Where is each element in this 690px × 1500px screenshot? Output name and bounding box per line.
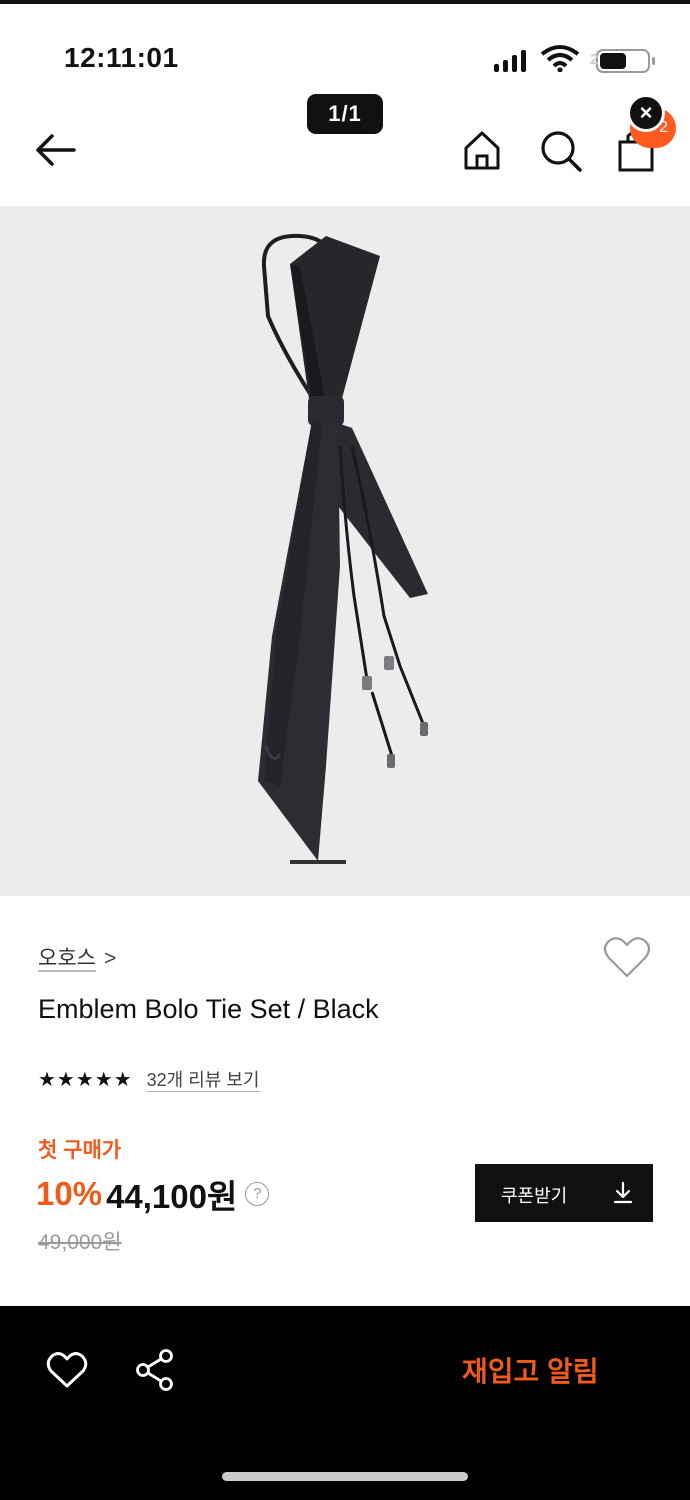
chevron-right-icon: > [103,947,117,970]
battery-icon: 2 [590,49,650,73]
product-info: 오호스 > Emblem Bolo Tie Set / Black ★★★★★ 3… [0,896,690,1306]
coupon-button-label: 쿠폰받기 [501,1186,568,1206]
help-icon[interactable]: ? [245,1182,270,1206]
review-link[interactable]: 32개 리뷰 보기 [147,1066,260,1092]
battery-tip [652,57,655,65]
heart-icon[interactable] [602,934,652,980]
cellular-signal-icon [494,48,536,72]
arrow-left-icon[interactable] [30,128,82,172]
home-indicator[interactable] [222,1472,468,1481]
home-icon[interactable] [460,128,504,172]
download-icon [613,1181,633,1204]
bottom-action-bar: 재입고 알림 [0,1306,690,1500]
price-row: 10% 44,100원 ? [36,1172,270,1216]
heart-icon[interactable] [46,1350,88,1390]
sale-price: 44,100원 [106,1178,238,1215]
product-image[interactable] [0,206,690,896]
bolo-tie-illustration [258,233,428,864]
rating-row: ★★★★★ 32개 리뷰 보기 [38,1064,259,1094]
restock-alert-button[interactable]: 재입고 알림 [462,1350,599,1390]
product-title: Emblem Bolo Tie Set / Black [38,994,379,1024]
status-bar: 12:11:01 2 [0,4,690,90]
wifi-icon [540,45,580,72]
discount-rate: 10% [36,1175,103,1212]
battery-level: 2 [590,51,599,68]
image-page-indicator: 1/1 [307,94,383,134]
coupon-download-button[interactable]: 쿠폰받기 [475,1164,653,1222]
share-icon[interactable] [134,1348,176,1392]
original-price: 49,000원 [38,1231,122,1254]
rating-stars: ★★★★★ [38,1068,133,1091]
status-time: 12:11:01 [64,42,179,73]
brand-link[interactable]: 오호스 > [38,942,116,972]
brand-name: 오호스 [38,947,96,970]
search-icon[interactable] [538,128,584,174]
close-icon[interactable]: × [627,94,665,132]
first-purchase-label: 첫 구매가 [38,1139,122,1162]
